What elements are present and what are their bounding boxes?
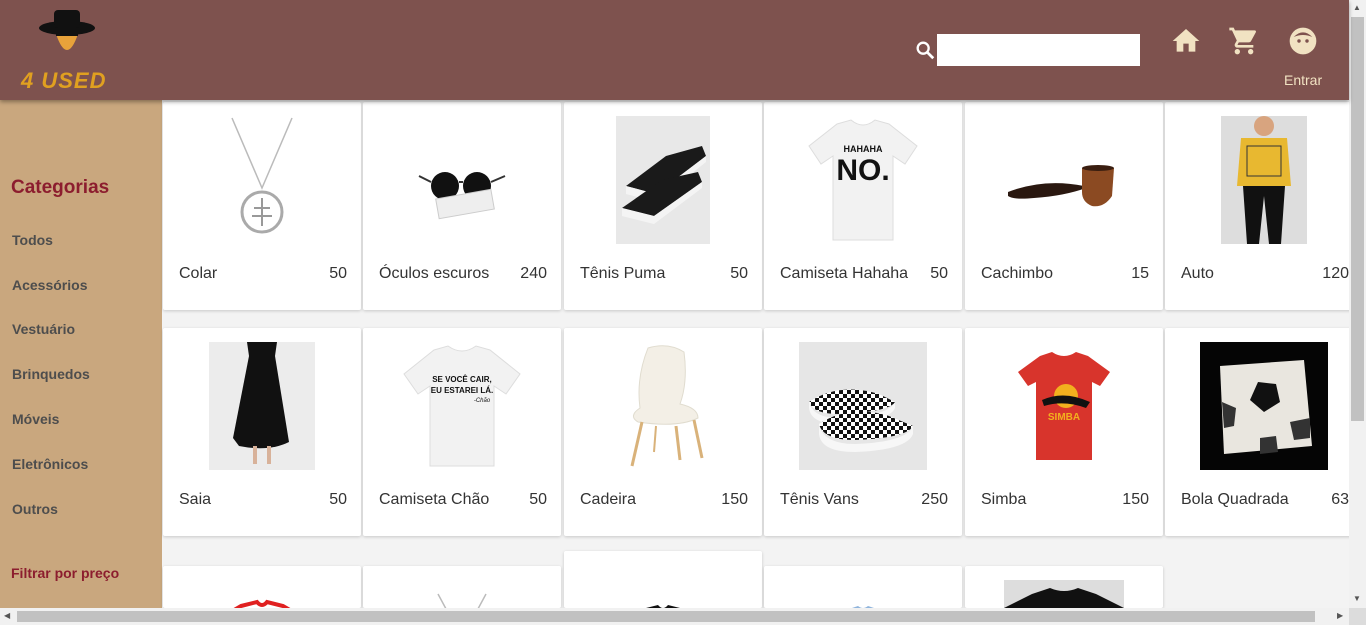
scrollbar-corner: [1349, 608, 1366, 625]
sidebar-item-todos[interactable]: Todos: [12, 232, 53, 248]
product-name: Tênis Puma: [580, 265, 666, 282]
vertical-scroll-thumb[interactable]: [1351, 17, 1364, 421]
product-card[interactable]: Óculos escuros 240: [363, 102, 561, 310]
product-name: Bola Quadrada: [1181, 491, 1289, 508]
product-name: Saia: [179, 491, 212, 508]
sidebar-item-vestuario[interactable]: Vestuário: [12, 321, 75, 337]
simba-shirt-image: SIMBA: [1018, 352, 1110, 460]
product-card[interactable]: [363, 566, 561, 608]
product-card[interactable]: Tênis Puma 50: [564, 102, 762, 310]
auto-shirt-image: [1221, 116, 1307, 244]
product-name: Cachimbo: [981, 265, 1054, 282]
product-card[interactable]: HAHAHA NO. Camiseta Hahaha 50: [764, 102, 962, 310]
top-header: 4 USED Entrar: [0, 0, 1349, 100]
svg-text:NO.: NO.: [836, 154, 889, 187]
horizontal-scrollbar[interactable]: ◀ ▶: [0, 608, 1349, 625]
sunglasses-image: [418, 172, 506, 220]
product-price: 50: [730, 265, 748, 282]
product-card[interactable]: Saia 50: [163, 328, 361, 536]
product-name: Óculos escuros: [379, 265, 490, 282]
product-card[interactable]: [764, 566, 962, 608]
cart-icon[interactable]: [1228, 25, 1260, 57]
product-name: Camiseta Hahaha: [780, 265, 909, 282]
necklace-image: [231, 117, 293, 234]
dark-shirt-image: [1004, 580, 1124, 608]
scroll-up-icon[interactable]: ▲: [1353, 4, 1361, 12]
vans-sneaker-image: [799, 342, 927, 470]
sidebar-item-outros[interactable]: Outros: [12, 501, 58, 517]
product-price: 240: [520, 265, 547, 282]
product-name: Simba: [981, 491, 1027, 508]
product-price: 50: [329, 265, 347, 282]
sidebar-item-moveis[interactable]: Móveis: [12, 411, 59, 427]
black-shirt-image: [646, 605, 680, 608]
product-price: 150: [721, 491, 748, 508]
search-icon[interactable]: [914, 39, 936, 61]
sidebar-item-eletronicos[interactable]: Eletrônicos: [12, 456, 88, 472]
horizontal-scroll-thumb[interactable]: [17, 611, 1315, 622]
tshirt-hahaha-image: HAHAHA NO.: [808, 119, 918, 241]
product-price: 150: [1122, 491, 1149, 508]
product-name: Cadeira: [580, 491, 637, 508]
product-name: Tênis Vans: [780, 491, 859, 508]
sidebar-title: Categorias: [11, 177, 110, 198]
product-card[interactable]: Tênis Vans 250: [764, 328, 962, 536]
scroll-down-icon[interactable]: ▼: [1353, 595, 1361, 603]
product-name: Camiseta Chão: [379, 491, 490, 508]
svg-text:-Chão: -Chão: [474, 398, 491, 404]
product-price: 15: [1131, 265, 1149, 282]
sidebar-item-brinquedos[interactable]: Brinquedos: [12, 366, 90, 382]
product-card[interactable]: Auto 120: [1165, 102, 1363, 310]
search-input[interactable]: [937, 34, 1140, 66]
product-card[interactable]: [163, 566, 361, 608]
product-price: 250: [921, 491, 948, 508]
product-price: 120: [1322, 265, 1349, 282]
vertical-scrollbar[interactable]: ▲ ▼: [1349, 0, 1366, 608]
svg-text:SE VOCÊ CAIR,: SE VOCÊ CAIR,: [432, 375, 492, 384]
sidebar-item-acessorios[interactable]: Acessórios: [12, 277, 87, 293]
product-card[interactable]: SE VOCÊ CAIR, EU ESTAREI LÁ. -Chão Camis…: [363, 328, 561, 536]
product-name: Colar: [179, 265, 218, 282]
product-card[interactable]: Cachimbo 15: [965, 102, 1163, 310]
product-card[interactable]: [965, 566, 1163, 608]
tshirt-chao-image: SE VOCÊ CAIR, EU ESTAREI LÁ. -Chão: [403, 345, 521, 467]
skirt-image: [209, 342, 315, 470]
category-sidebar: Categorias Todos Acessórios Vestuário Br…: [0, 100, 162, 608]
product-card[interactable]: SIMBA Simba 150: [965, 328, 1163, 536]
product-card[interactable]: Cadeira 150: [564, 328, 762, 536]
svg-text:EU ESTAREI LÁ.: EU ESTAREI LÁ.: [431, 386, 494, 395]
pipe-image: [1008, 165, 1114, 207]
site-logo[interactable]: 4 USED: [16, 6, 116, 94]
product-name: Auto: [1181, 265, 1214, 282]
simba-print-text: SIMBA: [1048, 412, 1080, 423]
product-price: 50: [529, 491, 547, 508]
blue-shirt-image: [852, 606, 874, 608]
scroll-left-icon[interactable]: ◀: [4, 612, 10, 620]
sneaker-image: [616, 116, 710, 244]
chair-image: [630, 345, 704, 467]
svg-text:HAHAHA: HAHAHA: [844, 144, 883, 154]
square-ball-image: [1200, 342, 1328, 470]
product-price: 50: [329, 491, 347, 508]
user-icon[interactable]: [1287, 25, 1319, 57]
scroll-right-icon[interactable]: ▶: [1337, 612, 1343, 620]
price-filter-heading[interactable]: Filtrar por preço: [11, 565, 141, 582]
login-link[interactable]: Entrar: [1284, 72, 1322, 88]
raglan-shirt-image: [233, 599, 291, 608]
product-price: 50: [930, 265, 948, 282]
logo-text: 4 USED: [21, 68, 107, 93]
product-card[interactable]: [564, 551, 762, 608]
product-price: 63: [1331, 491, 1349, 508]
product-card[interactable]: Bola Quadrada 63: [1165, 328, 1363, 536]
necklace-image-2: [437, 593, 487, 608]
home-icon[interactable]: [1170, 25, 1202, 57]
product-card[interactable]: Colar 50: [163, 102, 361, 310]
